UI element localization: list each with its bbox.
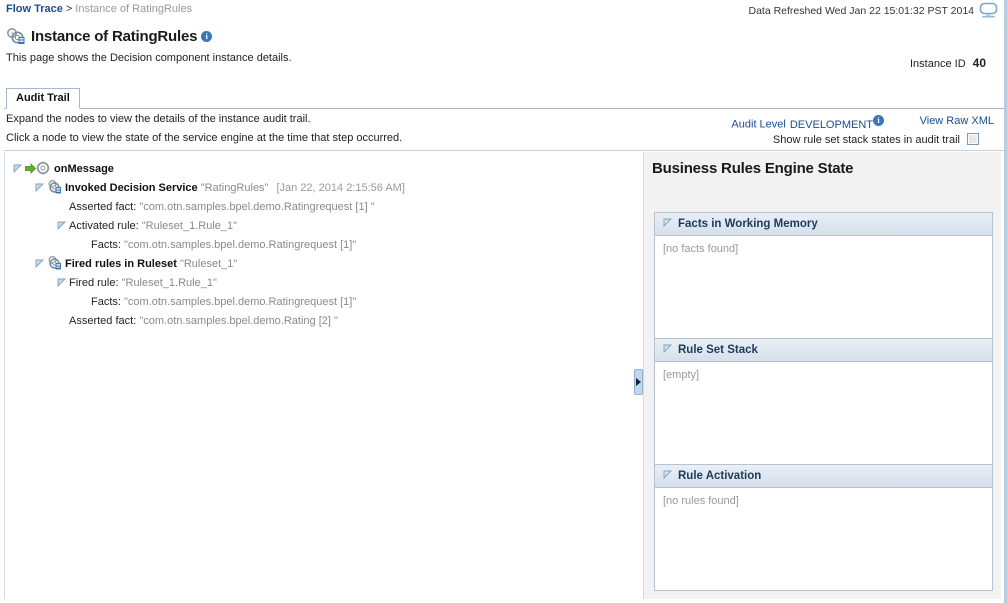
tree-node[interactable]: Fired rule: "Ruleset_1.Rule_1" [5,274,634,293]
tree-node-value: "Ruleset_1" [179,258,238,270]
instruction-line-2: Click a node to view the state of the se… [6,132,403,144]
tree-node-label: Fired rule: [69,277,119,289]
audit-trail-tree: onMessage Invoked Decision Service "Ratin… [5,160,634,331]
tree-node-label: Facts: [91,296,121,308]
instance-id: Instance ID 40 [910,56,986,70]
twisty-expanded-icon[interactable] [35,182,45,193]
section-body: [no rules found] [655,488,992,590]
gear-icon [36,161,52,175]
instance-id-value: 40 [972,56,986,70]
twisty-expanded-icon[interactable] [663,214,674,236]
tree-node-value: "RatingRules" [200,182,269,194]
info-icon[interactable]: i [201,31,213,42]
section-header-label: Rule Set Stack [678,344,758,356]
page-root: Flow Trace > Instance of RatingRules Data … [0,0,1007,603]
tree-node-value: "com.otn.samples.bpel.demo.Ratingrequest… [124,239,357,251]
section-header-label: Rule Activation [678,470,762,482]
breadcrumb-current: Instance of RatingRules [75,3,193,15]
twisty-expanded-icon[interactable] [663,466,674,488]
tree-node[interactable]: Facts: "com.otn.samples.bpel.demo.Rating… [5,293,634,312]
section-empty-text: [no rules found] [663,495,739,507]
tree-node-label: Facts: [91,239,121,251]
business-rules-engine-state-panel: Business Rules Engine State Facts in Wor… [643,152,1001,599]
tab-audit-trail[interactable]: Audit Trail [6,88,80,109]
twisty-expanded-icon[interactable] [57,277,67,288]
twisty-expanded-icon[interactable] [57,220,67,231]
engine-state-sections: Facts in Working Memory [no facts found] R… [654,212,993,591]
audit-level: Audit Level DEVELOPMENT i [731,115,884,131]
audit-level-info-icon[interactable]: i [873,115,884,126]
show-rule-set-stack-checkbox[interactable] [967,133,979,145]
tree-node-label: Invoked Decision Service [65,182,198,194]
decision-service-icon [47,255,63,270]
tree-node[interactable]: Fired rules in Ruleset "Ruleset_1" [5,255,634,274]
section-empty-text: [empty] [663,369,700,381]
tree-node-value: "Ruleset_1.Rule_1" [121,277,217,289]
panel-splitter-handle[interactable] [634,369,643,395]
section-header[interactable]: Facts in Working Memory [655,213,992,236]
audit-level-label: Audit Level [731,118,786,131]
tree-node-label: Activated rule: [69,220,139,232]
page-subtitle: This page shows the Decision component i… [6,52,292,64]
twisty-expanded-icon[interactable] [35,258,45,269]
tree-node[interactable]: Invoked Decision Service "RatingRules" [J… [5,179,634,198]
breadcrumb-separator: > [65,3,73,15]
decision-component-icon [6,28,25,45]
show-rule-set-stack-row: Show rule set stack states in audit trai… [773,133,979,146]
section-header-label: Facts in Working Memory [678,218,818,230]
header-divider [4,150,1004,151]
audit-trail-panel: onMessage Invoked Decision Service "Ratin… [4,152,634,599]
tree-node-timestamp: [Jan 22, 2014 2:15:56 AM] [276,182,405,194]
engine-state-title: Business Rules Engine State [652,160,854,177]
twisty-expanded-icon[interactable] [663,340,674,362]
tree-node-value: "com.otn.samples.bpel.demo.Rating [2] " [139,315,338,327]
audit-level-value[interactable]: DEVELOPMENT [790,119,873,131]
breadcrumb-link-flow-trace[interactable]: Flow Trace [6,3,63,15]
section-empty-text: [no facts found] [663,243,739,255]
instance-id-label: Instance ID [910,58,966,70]
view-raw-xml-link[interactable]: View Raw XML [920,115,994,127]
green-arrow-icon [24,162,36,174]
section-header[interactable]: Rule Set Stack [655,339,992,362]
section-body: [no facts found] [655,236,992,338]
breadcrumb: Flow Trace > Instance of RatingRules [6,3,192,15]
tree-node-value: "com.otn.samples.bpel.demo.Ratingrequest… [124,296,357,308]
tree-node-label: Asserted fact: [69,315,137,327]
section-header[interactable]: Rule Activation [655,465,992,488]
decision-service-icon [47,179,63,194]
data-refreshed-text: Data Refreshed Wed Jan 22 15:01:32 PST 2… [748,5,974,17]
tree-node-label: onMessage [54,163,114,175]
tree-node-value: "com.otn.samples.bpel.demo.Ratingrequest… [139,201,375,213]
collapse-right-icon [636,378,641,386]
tree-node[interactable]: onMessage [5,160,634,179]
section-body: [empty] [655,362,992,464]
tab-bar: Audit Trail [4,88,1004,109]
page-title: Instance of RatingRules [31,28,198,45]
tree-node[interactable]: Activated rule: "Ruleset_1.Rule_1" [5,217,634,236]
monitor-icon[interactable] [979,2,999,20]
tree-node-label: Asserted fact: [69,201,137,213]
instruction-line-1: Expand the nodes to view the details of … [6,113,311,125]
tree-node[interactable]: Asserted fact: "com.otn.samples.bpel.dem… [5,198,634,217]
page-title-row: Instance of RatingRules i [6,28,213,45]
tree-node-value: "Ruleset_1.Rule_1" [141,220,238,232]
show-rule-set-stack-label: Show rule set stack states in audit trai… [772,134,960,146]
tree-node[interactable]: Asserted fact: "com.otn.samples.bpel.dem… [5,312,634,331]
tree-node-label: Fired rules in Ruleset [65,258,177,270]
twisty-expanded-icon[interactable] [13,163,23,174]
tree-node[interactable]: Facts: "com.otn.samples.bpel.demo.Rating… [5,236,634,255]
